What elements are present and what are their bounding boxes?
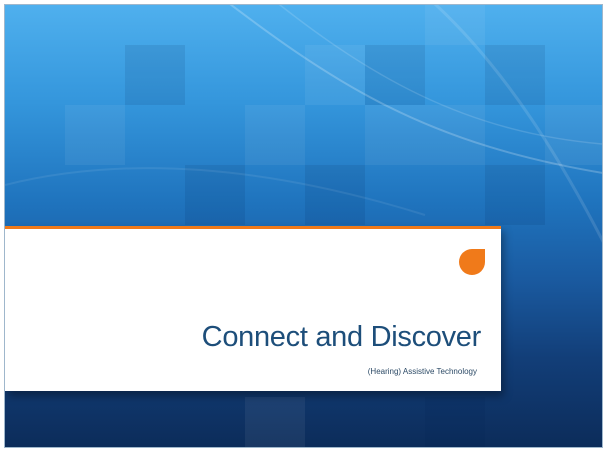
slide-title: Connect and Discover: [201, 321, 482, 353]
title-slide: Connect and Discover (Hearing) Assistive…: [5, 5, 602, 447]
slide-subtitle: (Hearing) Assistive Technology: [367, 367, 477, 376]
title-panel: Connect and Discover (Hearing) Assistive…: [5, 226, 501, 391]
orange-drop-accent: [459, 249, 485, 275]
